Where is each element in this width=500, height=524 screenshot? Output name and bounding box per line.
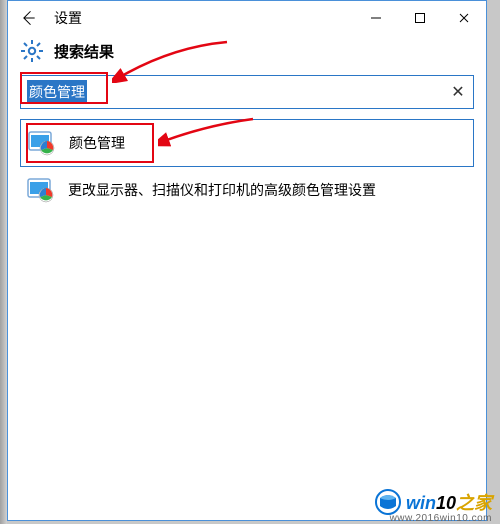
watermark-logo-icon (374, 488, 402, 516)
watermark-text: 之家 (456, 493, 492, 513)
results-list: 颜色管理 更改显示器、扫描仪和打印机的高级颜色管理设置 (20, 119, 474, 213)
watermark-text: win (406, 493, 436, 513)
color-management-icon (27, 128, 57, 158)
result-item-color-management[interactable]: 颜色管理 (20, 119, 474, 167)
desktop-strip (0, 0, 7, 524)
page-title: 搜索结果 (54, 41, 114, 62)
watermark: win10之家 (374, 488, 492, 516)
result-title: 更改显示器、扫描仪和打印机的高级颜色管理设置 (68, 180, 376, 200)
search-value: 颜色管理 (21, 76, 443, 108)
back-button[interactable] (16, 6, 40, 30)
titlebar: 设置 (8, 1, 486, 35)
settings-window: 设置 搜索结果 颜色管理 ✕ (7, 0, 487, 521)
window-title: 设置 (54, 8, 82, 28)
clear-search-button[interactable]: ✕ (443, 82, 473, 102)
watermark-url: www.2016win10.com (390, 513, 492, 524)
gear-icon (20, 39, 44, 63)
result-title: 颜色管理 (69, 133, 125, 153)
close-button[interactable] (442, 3, 486, 33)
result-item-advanced-color[interactable]: 更改显示器、扫描仪和打印机的高级颜色管理设置 (20, 167, 474, 213)
search-input[interactable]: 颜色管理 ✕ (20, 75, 474, 109)
minimize-button[interactable] (354, 3, 398, 33)
color-management-icon (26, 175, 56, 205)
watermark-text: 10 (436, 493, 456, 513)
page-header: 搜索结果 (8, 35, 486, 73)
maximize-button[interactable] (398, 3, 442, 33)
